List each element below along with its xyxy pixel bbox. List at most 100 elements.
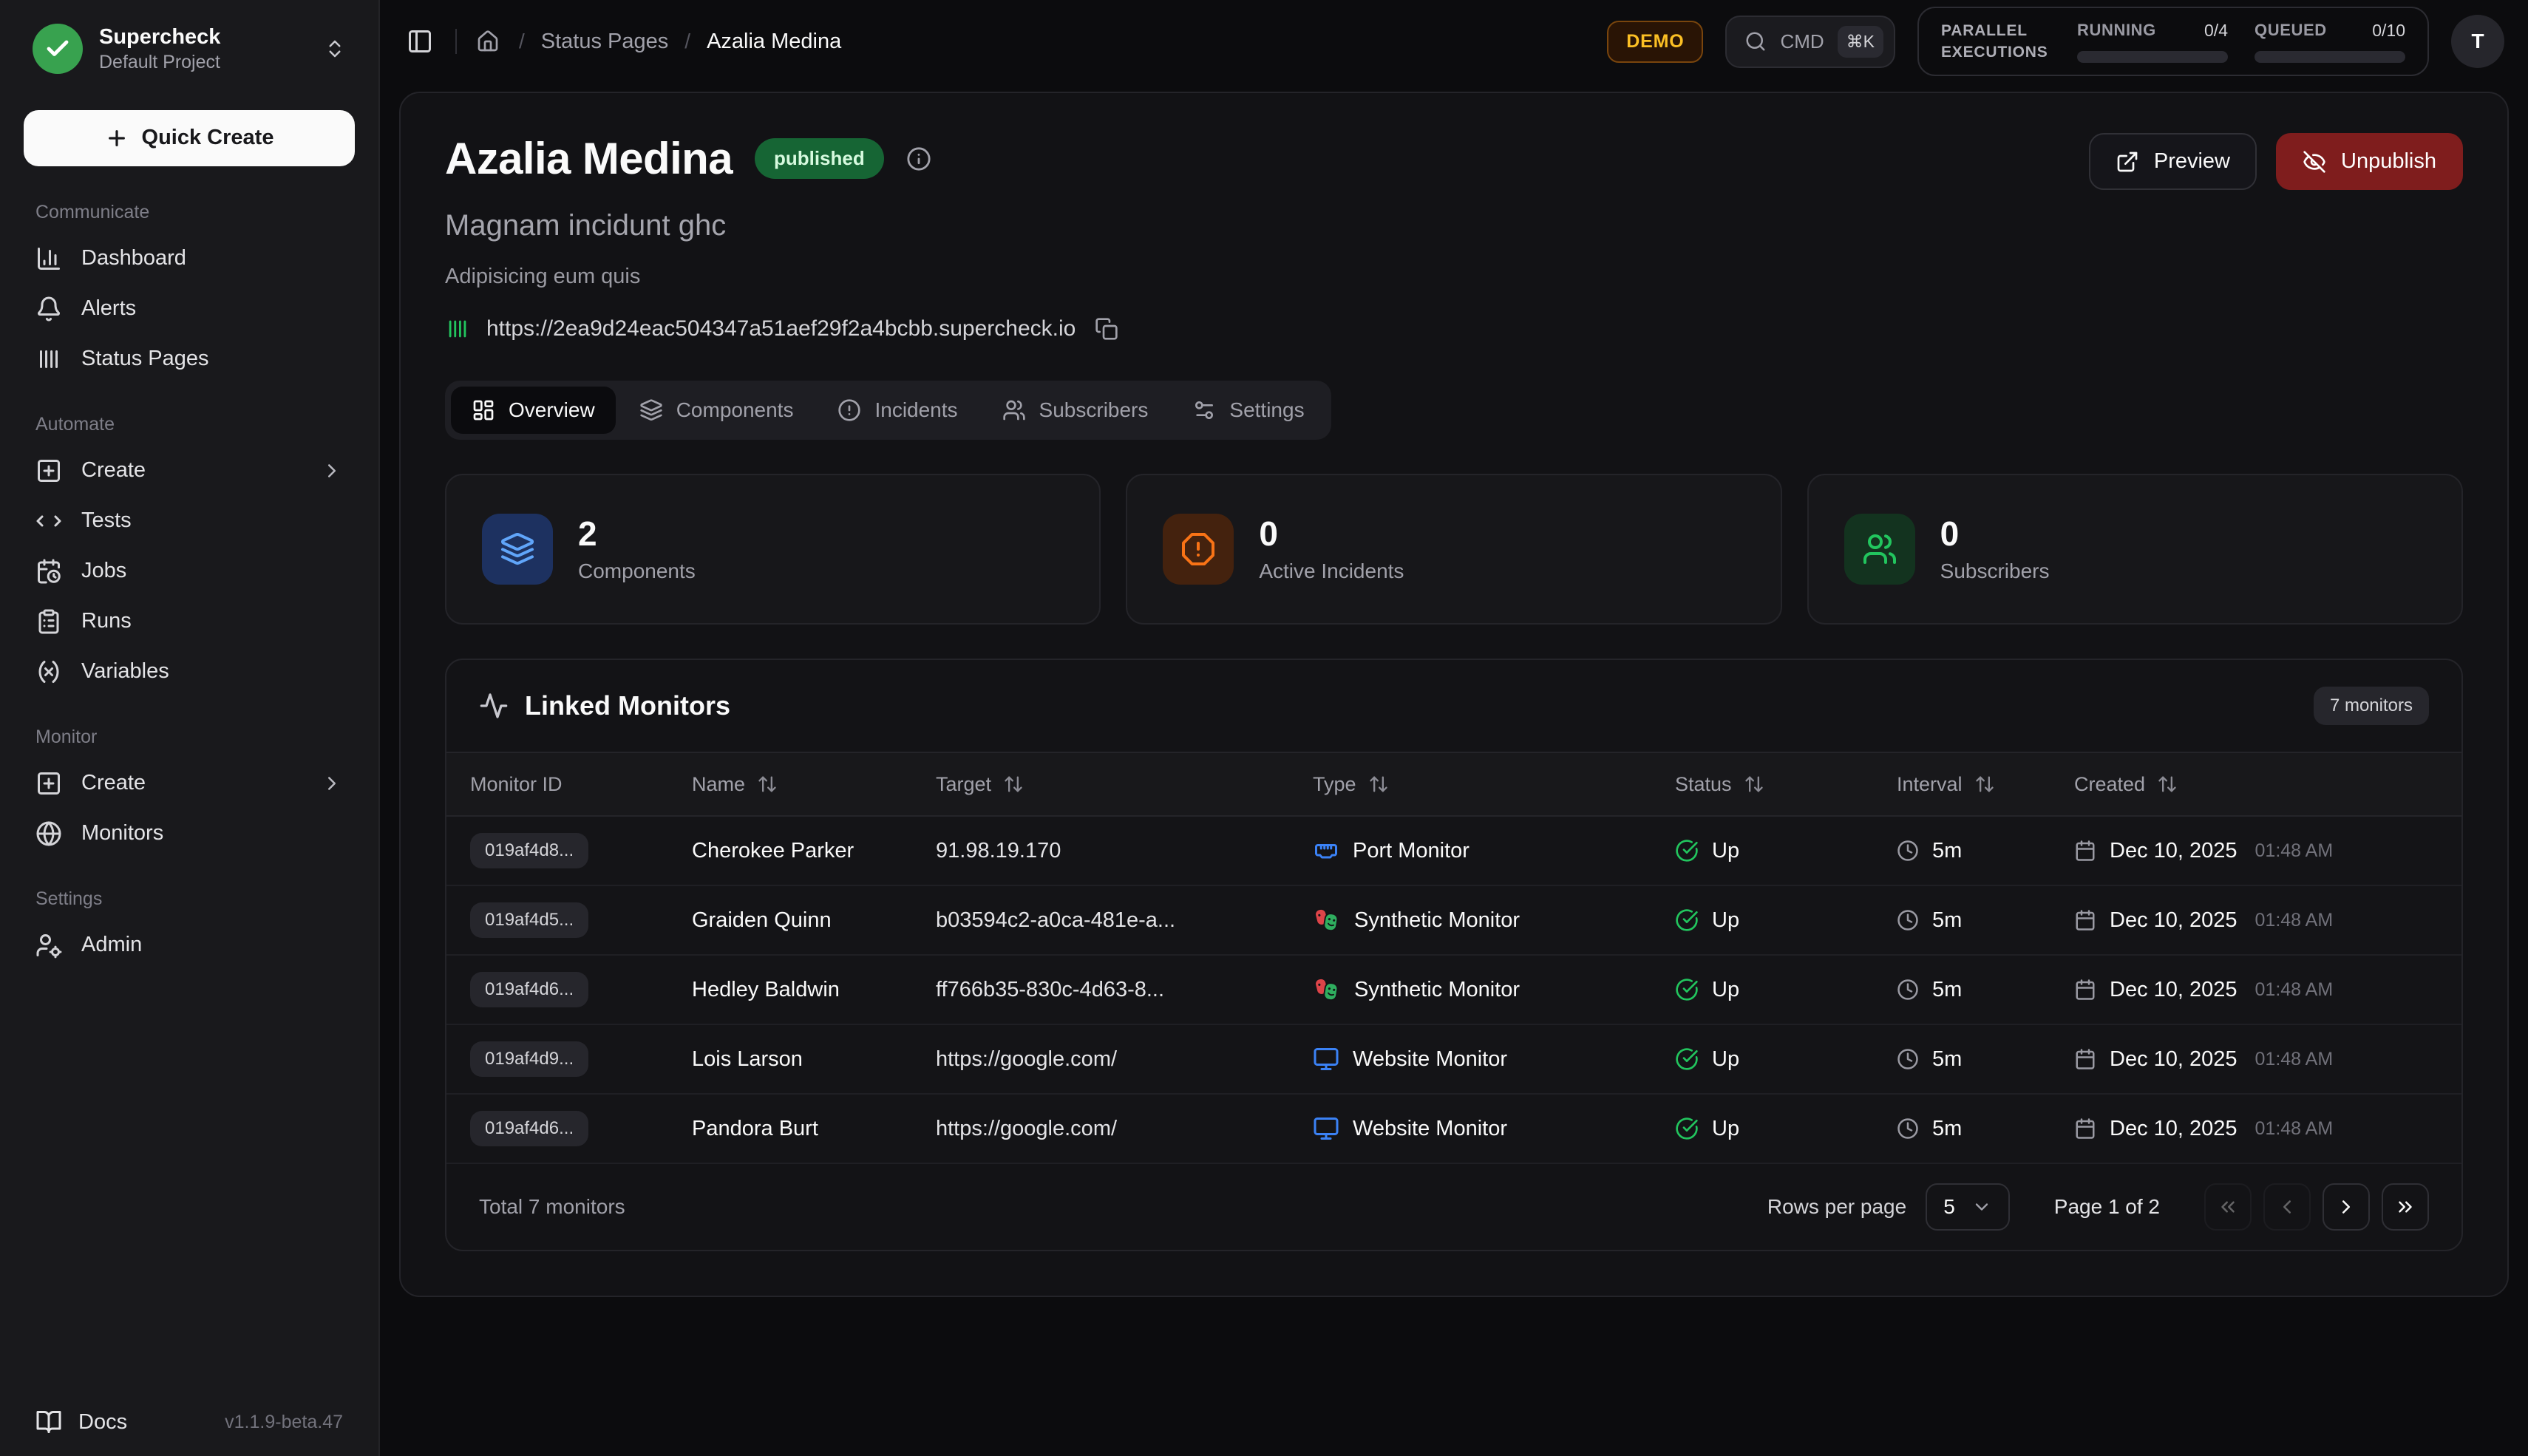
sidebar-item-admin[interactable]: Admin	[24, 920, 355, 970]
chevrons-up-down-icon	[324, 38, 346, 60]
previous-page-button[interactable]	[2263, 1183, 2311, 1231]
clock-icon	[1897, 1117, 1919, 1140]
column-header-name[interactable]: Name	[692, 773, 936, 796]
book-open-icon	[35, 1409, 62, 1435]
sidebar-item-label: Jobs	[81, 559, 126, 583]
sidebar-item-status-pages[interactable]: Status Pages	[24, 334, 355, 384]
tab-overview[interactable]: Overview	[451, 387, 616, 434]
tab-settings[interactable]: Settings	[1172, 387, 1325, 434]
section-label: Settings	[24, 888, 355, 910]
command-palette-button[interactable]: CMD ⌘K	[1725, 16, 1895, 68]
tab-subscribers[interactable]: Subscribers	[982, 387, 1169, 434]
monitor-count-badge: 7 monitors	[2314, 687, 2429, 725]
monitor-interval: 5m	[1897, 1117, 2074, 1141]
project-switcher-text: Supercheck Default Project	[99, 24, 220, 75]
column-header-interval[interactable]: Interval	[1897, 773, 2074, 796]
section-automate: Automate Create Tests Jobs Runs Variable…	[24, 414, 355, 697]
table-row[interactable]: 019af4d5... Graiden Quinn b03594c2-a0ca-…	[446, 886, 2461, 956]
app-window: Supercheck Default Project Quick Create …	[0, 0, 2528, 1456]
project-switcher[interactable]: Supercheck Default Project	[24, 18, 355, 81]
sliders-icon	[1192, 398, 1216, 422]
rows-per-page-select[interactable]: 5	[1926, 1183, 2010, 1231]
table-header-row: Monitor ID Name Target Type Status Inter…	[446, 752, 2461, 817]
sidebar-item-tests[interactable]: Tests	[24, 496, 355, 546]
sidebar-item-label: Admin	[81, 933, 142, 957]
home-icon	[476, 30, 500, 53]
variable-icon	[35, 659, 62, 685]
plus-icon	[105, 126, 129, 150]
sidebar-item-label: Monitors	[81, 821, 163, 846]
status-page-url[interactable]: https://2ea9d24eac504347a51aef29f2a4bcbb…	[486, 316, 1076, 341]
breadcrumb-home[interactable]	[473, 27, 503, 56]
linked-monitors-card: Linked Monitors 7 monitors Monitor ID Na…	[445, 659, 2463, 1251]
clock-icon	[1897, 979, 1919, 1001]
calendar-clock-icon	[35, 558, 62, 585]
sidebar-item-create-automate[interactable]: Create	[24, 446, 355, 496]
theater-masks-icon	[1313, 906, 1341, 934]
sidebar-item-jobs[interactable]: Jobs	[24, 546, 355, 596]
copy-url-button[interactable]	[1092, 314, 1121, 344]
active-incidents-stat-card: 0 Active Incidents	[1126, 474, 1781, 625]
code-icon	[35, 508, 62, 534]
quick-create-button[interactable]: Quick Create	[24, 110, 355, 166]
status-bars-icon	[445, 316, 470, 341]
next-page-button[interactable]	[2323, 1183, 2370, 1231]
calendar-icon	[2074, 1048, 2096, 1070]
chevrons-left-icon	[2217, 1196, 2239, 1218]
column-header-target[interactable]: Target	[936, 773, 1313, 796]
monitor-target: b03594c2-a0ca-481e-a...	[936, 908, 1313, 933]
total-monitors-label: Total 7 monitors	[479, 1195, 625, 1219]
status-page-panel: Azalia Medina published Magnam incidunt …	[399, 92, 2509, 1297]
monitor-screen-icon	[1313, 1046, 1339, 1072]
page-title: Azalia Medina	[445, 133, 733, 184]
column-header-created[interactable]: Created	[2074, 773, 2438, 796]
monitor-name: Lois Larson	[692, 1047, 936, 1072]
linked-monitors-title: Linked Monitors	[525, 690, 730, 721]
docs-link[interactable]: Docs	[35, 1409, 127, 1435]
table-row[interactable]: 019af4d9... Lois Larson https://google.c…	[446, 1025, 2461, 1095]
table-row[interactable]: 019af4d6... Pandora Burt https://google.…	[446, 1095, 2461, 1164]
monitor-name: Cherokee Parker	[692, 839, 936, 863]
page-tabs: Overview Components Incidents Subscriber…	[445, 381, 1331, 440]
topbar-right: DEMO CMD ⌘K PARALLEL EXECUTIONS RUNNING …	[1607, 7, 2504, 77]
tab-components[interactable]: Components	[619, 387, 815, 434]
queued-label: QUEUED	[2255, 21, 2327, 40]
sidebar-item-label: Status Pages	[81, 347, 209, 371]
sort-icon	[2157, 774, 2178, 795]
table-row[interactable]: 019af4d6... Hedley Baldwin ff766b35-830c…	[446, 956, 2461, 1025]
column-header-type[interactable]: Type	[1313, 773, 1675, 796]
column-header-status[interactable]: Status	[1675, 773, 1897, 796]
chevrons-right-icon	[2394, 1196, 2416, 1218]
monitor-status: Up	[1675, 1117, 1897, 1141]
sidebar-item-monitors[interactable]: Monitors	[24, 809, 355, 859]
table-footer: Total 7 monitors Rows per page 5 Page 1 …	[446, 1164, 2461, 1250]
first-page-button[interactable]	[2204, 1183, 2252, 1231]
bell-icon	[35, 296, 62, 322]
main-area: / Status Pages / Azalia Medina DEMO CMD …	[380, 0, 2528, 1456]
chevron-right-icon	[321, 772, 343, 795]
last-page-button[interactable]	[2382, 1183, 2429, 1231]
sidebar-item-variables[interactable]: Variables	[24, 647, 355, 697]
components-label: Components	[578, 559, 696, 583]
page-actions: Preview Unpublish	[2089, 133, 2463, 190]
breadcrumb-status-pages[interactable]: Status Pages	[541, 30, 669, 54]
sidebar-item-dashboard[interactable]: Dashboard	[24, 234, 355, 284]
clock-icon	[1897, 909, 1919, 931]
sidebar-item-label: Alerts	[81, 296, 136, 321]
sidebar-item-runs[interactable]: Runs	[24, 596, 355, 647]
clock-icon	[1897, 840, 1919, 862]
subscribers-count: 0	[1940, 515, 2050, 553]
monitor-type: Port Monitor	[1313, 837, 1675, 864]
sidebar-item-create-monitor[interactable]: Create	[24, 758, 355, 809]
preview-button[interactable]: Preview	[2089, 133, 2257, 190]
tab-incidents[interactable]: Incidents	[817, 387, 978, 434]
user-avatar[interactable]: T	[2451, 15, 2504, 68]
sidebar-item-label: Create	[81, 458, 146, 483]
table-row[interactable]: 019af4d8... Cherokee Parker 91.98.19.170…	[446, 817, 2461, 886]
sidebar-item-alerts[interactable]: Alerts	[24, 284, 355, 334]
sidebar-toggle-button[interactable]	[401, 22, 439, 61]
section-label: Communicate	[24, 202, 355, 223]
info-button[interactable]	[906, 146, 931, 171]
section-communicate: Communicate Dashboard Alerts Status Page…	[24, 202, 355, 384]
unpublish-button[interactable]: Unpublish	[2276, 133, 2463, 190]
